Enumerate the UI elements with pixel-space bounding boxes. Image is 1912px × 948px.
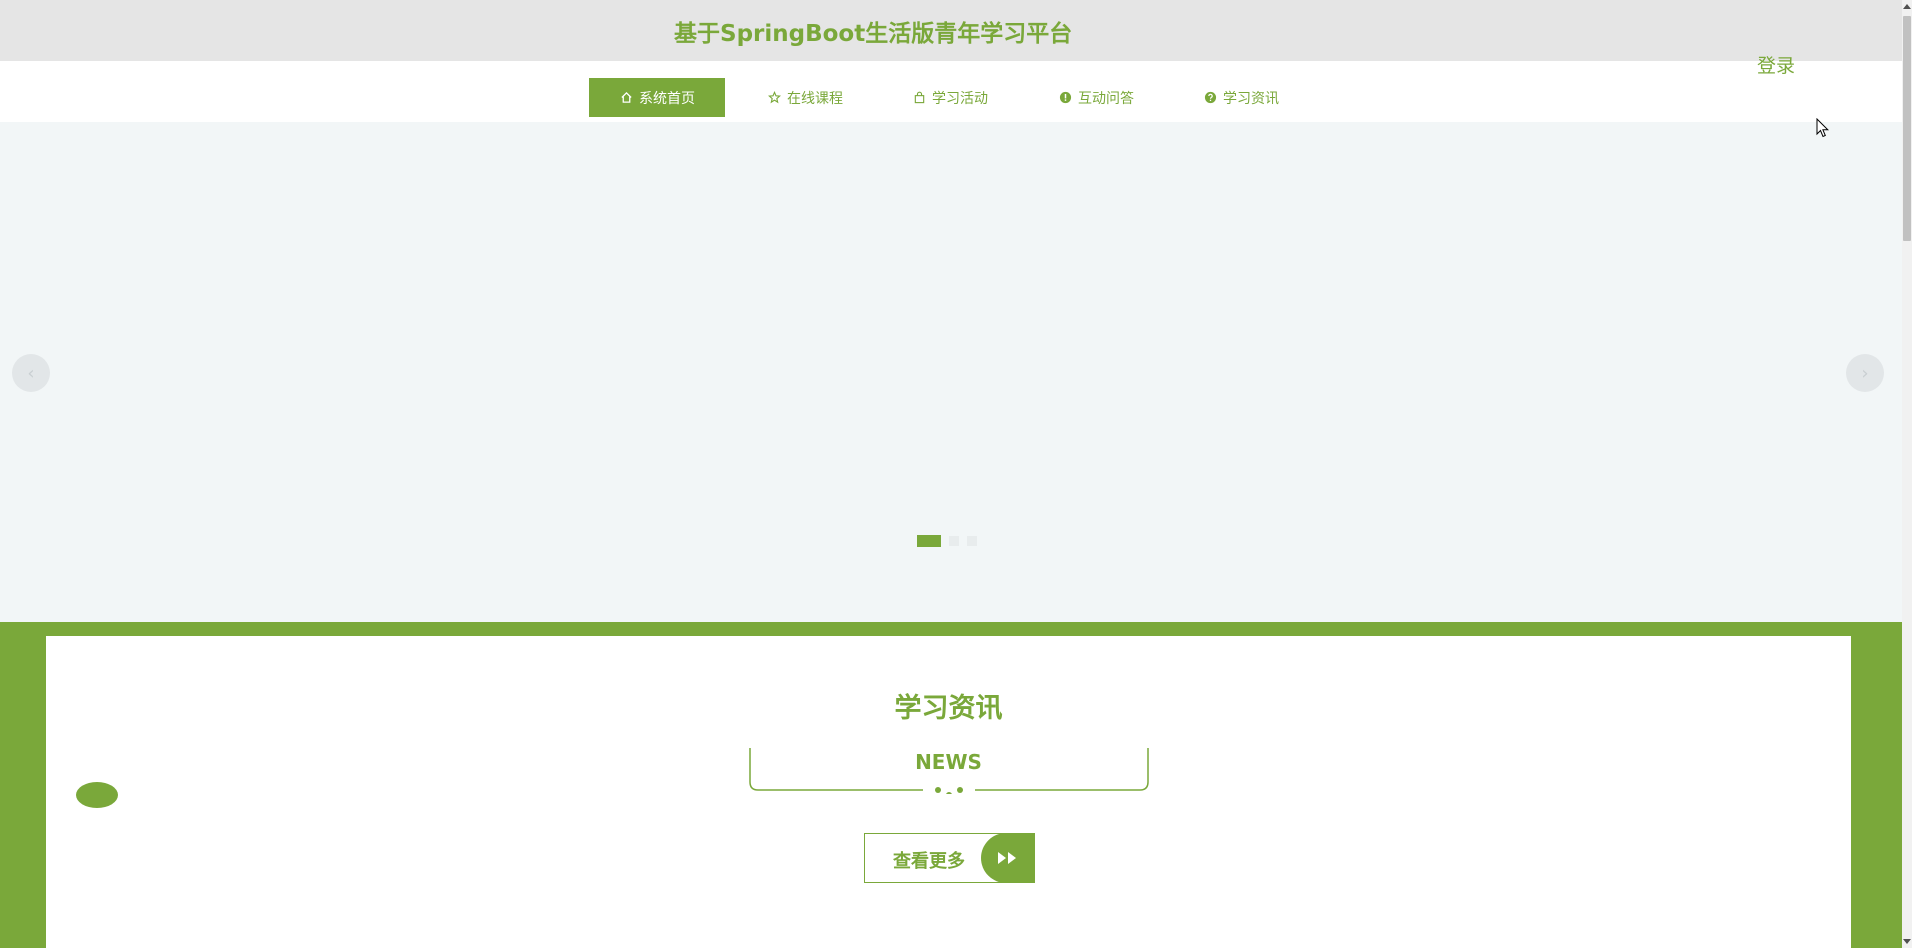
nav-item-news[interactable]: 学习资讯 [1191,78,1291,117]
nav-item-label: 学习活动 [932,90,988,107]
star-icon [767,91,781,105]
scroll-up-icon[interactable] [1902,0,1912,12]
home-icon [619,91,633,105]
news-panel: 学习资讯 NEWS 查看更多 [46,636,1898,948]
mouse-cursor-icon [1816,118,1830,138]
carousel-indicators [917,535,977,547]
info-circle-icon [1058,91,1072,105]
nav-item-label: 在线课程 [787,90,843,107]
carousel-dot[interactable] [949,536,959,546]
section-title: 学习资讯 [894,693,1003,724]
view-more-button[interactable]: 查看更多 [864,833,1035,883]
chevron-right-icon: › [1861,362,1869,384]
nav-item-label: 学习资讯 [1223,90,1279,107]
view-more-label: 查看更多 [893,851,965,872]
carousel-dot[interactable] [967,536,977,546]
nav-item-courses[interactable]: 在线课程 [755,78,855,117]
nav-item-qa[interactable]: 互动问答 [1046,78,1146,117]
login-link[interactable]: 登录 [1757,51,1795,78]
title-bar: 基于SpringBoot生活版青年学习平台 [0,0,1902,61]
nav-item-activities[interactable]: 学习活动 [900,78,1000,117]
nav-item-home[interactable]: 系统首页 [589,78,725,117]
vertical-scrollbar[interactable] [1902,0,1912,948]
carousel-prev-button[interactable]: ‹ [12,354,50,392]
carousel-next-button[interactable]: › [1846,354,1884,392]
banner-carousel: ‹ › [0,122,1902,622]
section-subtitle: NEWS [915,750,982,774]
news-section: 学习资讯 NEWS 查看更多 [0,622,1902,948]
decorative-notch [1856,782,1898,808]
scroll-down-icon[interactable] [1902,936,1912,948]
fast-forward-icon [981,833,1035,883]
bag-icon [912,91,926,105]
nav-item-label: 互动问答 [1078,90,1134,107]
nav-bar: 系统首页 在线课程 学习活动 互动问答 学习资讯 [0,61,1902,122]
decorative-notch [76,782,118,808]
nav-item-label: 系统首页 [639,90,695,107]
carousel-dot[interactable] [917,535,941,547]
scroll-thumb[interactable] [1903,16,1911,241]
chevron-left-icon: ‹ [27,362,35,384]
question-circle-icon [1203,91,1217,105]
site-title: 基于SpringBoot生活版青年学习平台 [674,21,1073,47]
